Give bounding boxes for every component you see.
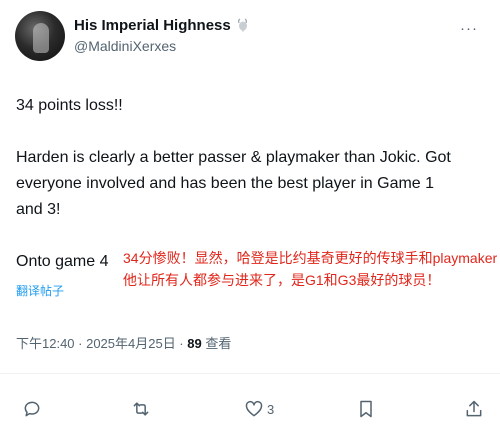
tweet-paragraph-1: 34 points loss!! [16, 97, 123, 114]
reply-button[interactable] [22, 398, 42, 420]
divider [0, 373, 500, 374]
action-bar: 3 [0, 398, 500, 422]
repost-button[interactable] [131, 398, 151, 420]
goat-icon [237, 18, 247, 32]
translation-overlay: 34分惨败！显然，哈登是比约基奇更好的传球手和playmaker 他让所有人都参… [123, 247, 497, 291]
overlay-line-2: 他让所有人都参与进来了，是G1和G3最好的球员！ [123, 272, 441, 288]
like-count: 3 [267, 401, 275, 417]
more-icon[interactable]: ··· [460, 20, 478, 37]
display-name-text: His Imperial Highness [74, 17, 231, 34]
avatar[interactable] [15, 11, 65, 61]
share-button[interactable] [464, 398, 484, 420]
share-icon [466, 400, 482, 417]
views-label: 查看 [201, 336, 232, 351]
tweet-paragraph-2: Harden is clearly a better passer & play… [16, 149, 451, 218]
bookmark-icon [360, 400, 372, 418]
reply-icon [24, 401, 40, 417]
views-count: 89 [187, 336, 202, 351]
like-icon [245, 400, 263, 417]
time-date: 下午12:40 · 2025年4月25日 · [16, 336, 188, 351]
retweet-icon [133, 402, 149, 416]
like-button[interactable]: 3 [244, 398, 274, 420]
author-handle[interactable]: @MaldiniXerxes [74, 38, 176, 54]
post-timestamp[interactable]: 下午12:40 · 2025年4月25日 · 89 查看 [16, 333, 231, 352]
translate-post-link[interactable]: 翻译帖子 [16, 282, 64, 299]
overlay-line-1: 34分惨败！显然，哈登是比约基奇更好的传球手和playmaker [123, 250, 498, 266]
bookmark-button[interactable] [356, 398, 376, 420]
author-display-name[interactable]: His Imperial Highness [74, 17, 250, 34]
